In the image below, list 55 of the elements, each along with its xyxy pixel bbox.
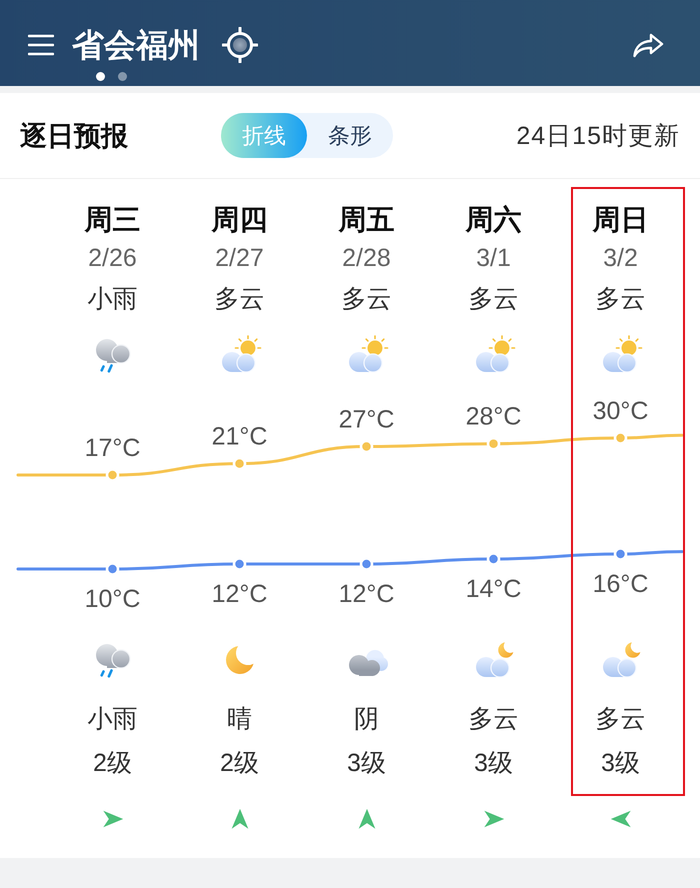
view-toggle[interactable]: 折线 条形 [221,113,393,158]
update-time: 24日15时更新 [516,121,680,152]
weather-label: 小雨 [88,704,138,735]
temperature-label: 12°C [212,580,268,608]
weather-label: 多云 [468,284,518,315]
weekday-label: 周四 [212,203,268,237]
weekday-label: 周五 [338,203,394,237]
date-label: 3/2 [603,243,638,273]
weather-label: 晴 [227,704,252,735]
weather-label: 多云 [596,284,646,315]
page-dot[interactable] [118,72,127,81]
temperature-dot [232,456,246,470]
locate-icon[interactable] [222,27,258,63]
wind-level-label: 3级 [347,748,386,779]
wind-level-label: 3级 [601,748,640,779]
temperature-label: 28°C [466,402,522,431]
wind-level-label: 2级 [220,748,259,779]
temperature-dot [360,440,374,454]
temperature-dot [614,431,628,445]
temperature-dot [486,436,500,450]
view-tab[interactable]: 条形 [307,113,393,158]
section-title: 逐日预报 [20,120,128,152]
weather-label: 多云 [214,284,264,315]
menu-icon[interactable] [28,34,54,56]
temperature-label: 14°C [466,575,522,603]
temperature-label: 10°C [84,585,140,613]
share-icon[interactable] [632,31,664,59]
temperature-dot [486,552,500,566]
wind-level-label: 2级 [93,748,132,779]
date-label: 2/26 [88,243,137,273]
wind-level-label: 3级 [474,748,513,779]
temperature-dot [106,468,120,482]
weekday-label: 周三 [84,203,140,237]
temperature-label: 21°C [212,422,268,451]
date-label: 2/27 [215,243,264,273]
weather-label: 多云 [596,704,646,735]
temperature-label: 17°C [84,434,140,462]
date-label: 3/1 [476,243,511,273]
city-title: 省会福州 [72,26,200,65]
temperature-dot [106,562,120,576]
temperature-dot [614,547,628,561]
temperature-label: 12°C [338,580,394,608]
page-dot[interactable] [96,72,105,81]
weekday-label: 周六 [466,203,522,237]
temperature-label: 30°C [592,397,648,425]
weather-label: 多云 [468,704,518,735]
weekday-label: 周日 [592,203,648,237]
weather-label: 小雨 [88,284,138,315]
weather-label: 阴 [354,704,379,735]
temperature-label: 27°C [338,406,394,434]
temperature-dot [232,557,246,571]
weather-label: 多云 [342,284,392,315]
temperature-label: 16°C [592,570,648,598]
temperature-dot [360,557,374,571]
date-label: 2/28 [342,243,391,273]
